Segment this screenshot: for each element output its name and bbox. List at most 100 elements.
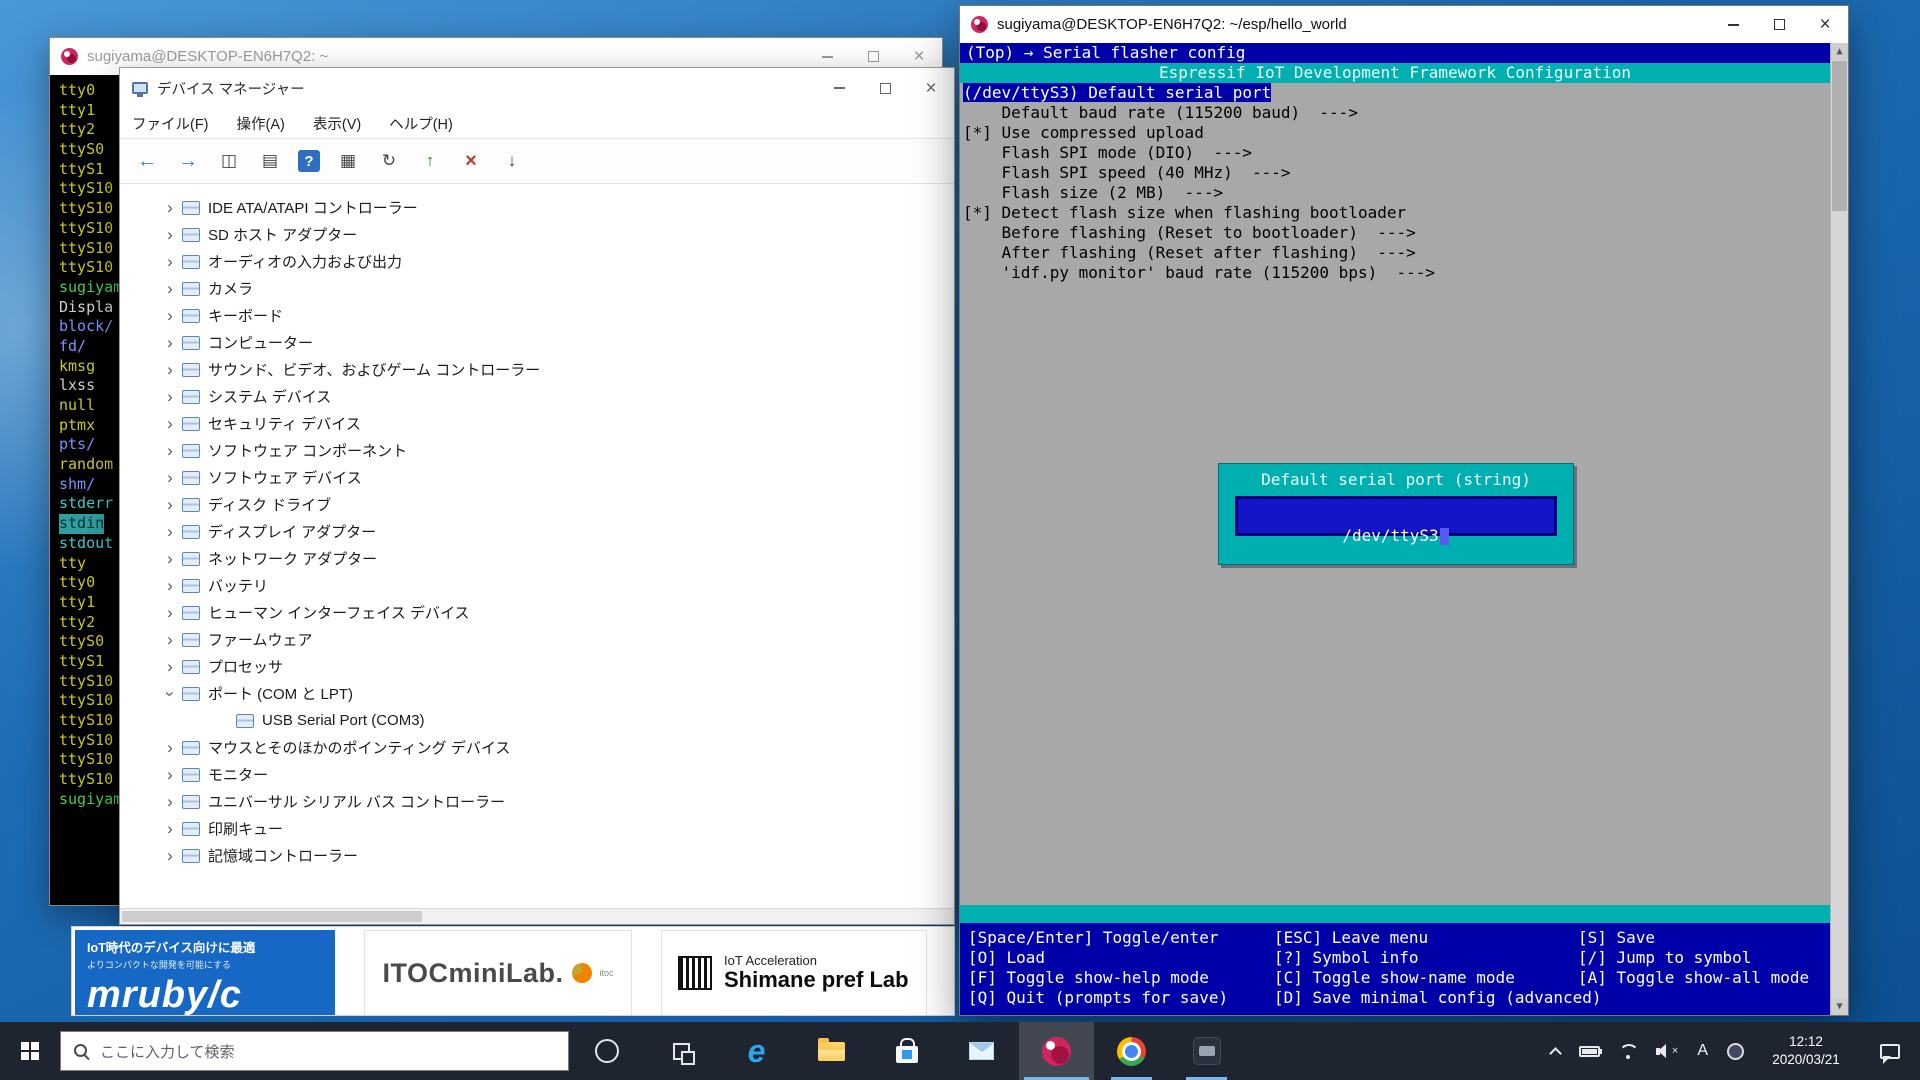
taskbar-mail-button[interactable] xyxy=(944,1022,1019,1080)
minimize-button[interactable] xyxy=(816,68,862,108)
tree-item-monitors[interactable]: ›モニター xyxy=(120,761,954,788)
serial-port-input[interactable]: /dev/ttyS3 xyxy=(1235,496,1557,536)
maximize-button[interactable] xyxy=(1756,6,1802,43)
taskbar-cortana-button[interactable] xyxy=(569,1022,644,1080)
taskbar-store-button[interactable] xyxy=(869,1022,944,1080)
menuconfig-item[interactable]: 'idf.py monitor' baud rate (115200 bps) … xyxy=(960,263,1848,283)
tree-item-sound-game[interactable]: ›サウンド、ビデオ、およびゲーム コントローラー xyxy=(120,356,954,383)
chevron-right-icon[interactable]: › xyxy=(160,603,180,623)
chevron-right-icon[interactable]: › xyxy=(160,279,180,299)
tree-item-mice[interactable]: ›マウスとそのほかのポインティング デバイス xyxy=(120,734,954,761)
menuconfig-item[interactable]: [*] Detect flash size when flashing boot… xyxy=(960,203,1848,223)
tree-item-display-adapters[interactable]: ›ディスプレイ アダプター xyxy=(120,518,954,545)
horizontal-scrollbar[interactable] xyxy=(120,908,954,924)
scroll-down-icon[interactable]: ▼ xyxy=(1831,998,1848,1015)
menuconfig-item[interactable]: Flash SPI mode (DIO) ---> xyxy=(960,143,1848,163)
scroll-up-icon[interactable]: ▲ xyxy=(1831,43,1848,60)
search-input[interactable]: ここに入力して検索 xyxy=(60,1031,569,1071)
menu-help[interactable]: ヘルプ(H) xyxy=(389,113,453,134)
chevron-right-icon[interactable]: › xyxy=(160,468,180,488)
menu-action[interactable]: 操作(A) xyxy=(237,113,285,134)
tree-item-system[interactable]: ›システム デバイス xyxy=(120,383,954,410)
taskbar-edge-button[interactable]: e xyxy=(719,1022,794,1080)
mrubyc-banner[interactable]: IoT時代のデバイス向けに最適 よりコンパクトな開発を可能にする mruby/c xyxy=(75,930,335,1016)
tree-item-software-components[interactable]: ›ソフトウェア コンポーネント xyxy=(120,437,954,464)
chevron-right-icon[interactable]: › xyxy=(160,225,180,245)
itoc-banner[interactable]: ITOCminiLab. itoc xyxy=(364,930,632,1016)
close-button[interactable]: × xyxy=(908,68,954,108)
menuconfig-item[interactable]: Default baud rate (115200 baud) ---> xyxy=(960,103,1848,123)
menuconfig-item[interactable]: Flash SPI speed (40 MHz) ---> xyxy=(960,163,1848,183)
tray-battery-button[interactable] xyxy=(1579,1022,1600,1080)
menuconfig-titlebar[interactable]: sugiyama@DESKTOP-EN6H7Q2: ~/esp/hello_wo… xyxy=(960,6,1848,43)
chevron-right-icon[interactable]: › xyxy=(160,657,180,677)
tree-item-disk-drives[interactable]: ›ディスク ドライブ xyxy=(120,491,954,518)
chevron-right-icon[interactable]: › xyxy=(160,738,180,758)
tray-status-circle-button[interactable] xyxy=(1727,1022,1744,1080)
shimane-banner[interactable]: IoT Acceleration Shimane pref Lab xyxy=(661,930,927,1016)
chevron-right-icon[interactable]: › xyxy=(160,549,180,569)
taskbar-task-view-button[interactable] xyxy=(644,1022,719,1080)
tray-volume-muted-button[interactable]: × xyxy=(1656,1022,1678,1080)
back-button[interactable]: ← xyxy=(134,148,160,174)
scrollbar-thumb[interactable] xyxy=(122,911,422,922)
close-button[interactable]: × xyxy=(1802,6,1848,43)
chevron-right-icon[interactable]: › xyxy=(160,495,180,515)
help-button[interactable]: ? xyxy=(298,150,320,172)
export-button[interactable]: ▦ xyxy=(335,148,361,174)
chevron-right-icon[interactable]: › xyxy=(160,333,180,353)
taskbar-file-explorer-button[interactable] xyxy=(794,1022,869,1080)
menuconfig-item[interactable]: After flashing (Reset after flashing) --… xyxy=(960,243,1848,263)
chevron-right-icon[interactable]: › xyxy=(160,819,180,839)
tree-item-storage-controllers[interactable]: ›記憶域コントローラー xyxy=(120,842,954,869)
chevron-right-icon[interactable]: › xyxy=(160,846,180,866)
device-manager-titlebar[interactable]: デバイス マネージャー × xyxy=(120,68,954,108)
show-tree-button[interactable]: ◫ xyxy=(216,148,242,174)
tree-item-usb-controllers[interactable]: ›ユニバーサル シリアル バス コントローラー xyxy=(120,788,954,815)
tree-item-battery[interactable]: ›バッテリ xyxy=(120,572,954,599)
tree-item-usb-serial-port-com3[interactable]: USB Serial Port (COM3) xyxy=(120,707,954,734)
menuconfig-item[interactable]: Before flashing (Reset to bootloader) --… xyxy=(960,223,1848,243)
update-driver-button[interactable]: ↑ xyxy=(417,148,443,174)
chevron-right-icon[interactable]: › xyxy=(160,765,180,785)
minimize-button[interactable] xyxy=(1710,6,1756,43)
taskbar-wsltty-button[interactable] xyxy=(1019,1022,1094,1080)
tree-item-sd-host[interactable]: ›SD ホスト アダプター xyxy=(120,221,954,248)
tree-item-software-devices[interactable]: ›ソフトウェア デバイス xyxy=(120,464,954,491)
tree-item-camera[interactable]: ›カメラ xyxy=(120,275,954,302)
uninstall-button[interactable]: × xyxy=(458,148,484,174)
tray-network-button[interactable] xyxy=(1619,1022,1637,1080)
clock[interactable]: 12:12 2020/03/21 xyxy=(1763,1033,1849,1069)
menuconfig-item[interactable]: [*] Use compressed upload xyxy=(960,123,1848,143)
tree-item-keyboard[interactable]: ›キーボード xyxy=(120,302,954,329)
scrollbar-thumb[interactable] xyxy=(1832,61,1847,211)
taskbar-app-window-button[interactable] xyxy=(1169,1022,1244,1080)
chevron-right-icon[interactable]: › xyxy=(160,387,180,407)
chevron-right-icon[interactable]: › xyxy=(160,360,180,380)
vertical-scrollbar[interactable]: ▲ ▼ xyxy=(1830,43,1848,1015)
tray-chevron-up-button[interactable] xyxy=(1551,1022,1560,1080)
chevron-right-icon[interactable]: › xyxy=(160,252,180,272)
properties-button[interactable]: ▤ xyxy=(257,148,283,174)
tree-item-processors[interactable]: ›プロセッサ xyxy=(120,653,954,680)
tray-ime-a-button[interactable]: A xyxy=(1697,1022,1708,1080)
chevron-right-icon[interactable]: › xyxy=(160,522,180,542)
action-center-button[interactable] xyxy=(1868,1022,1912,1080)
menu-view[interactable]: 表示(V) xyxy=(313,113,361,134)
chevron-right-icon[interactable]: › xyxy=(160,414,180,434)
tree-item-ata[interactable]: ›IDE ATA/ATAPI コントローラー xyxy=(120,194,954,221)
forward-button[interactable]: → xyxy=(175,148,201,174)
tree-item-hid[interactable]: ›ヒューマン インターフェイス デバイス xyxy=(120,599,954,626)
tree-item-security[interactable]: ›セキュリティ デバイス xyxy=(120,410,954,437)
tree-item-network-adapters[interactable]: ›ネットワーク アダプター xyxy=(120,545,954,572)
maximize-button[interactable] xyxy=(862,68,908,108)
menuconfig-item[interactable]: (/dev/ttyS3) Default serial port xyxy=(960,83,1848,103)
tree-item-computer[interactable]: ›コンピューター xyxy=(120,329,954,356)
tree-item-firmware[interactable]: ›ファームウェア xyxy=(120,626,954,653)
disable-button[interactable]: ↓ xyxy=(499,148,525,174)
chevron-down-icon[interactable]: › xyxy=(160,684,180,704)
menuconfig-item[interactable]: Flash size (2 MB) ---> xyxy=(960,183,1848,203)
chevron-right-icon[interactable]: › xyxy=(160,306,180,326)
tree-item-print-queues[interactable]: ›印刷キュー xyxy=(120,815,954,842)
chevron-right-icon[interactable]: › xyxy=(160,198,180,218)
